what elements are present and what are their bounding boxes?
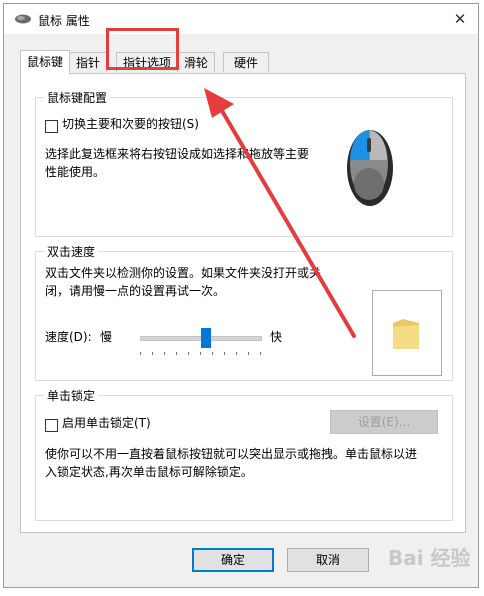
tab-wheel[interactable]: 滑轮 <box>177 52 215 72</box>
title-bar: 鼠标 属性 ✕ <box>4 4 478 34</box>
click-lock-desc-line1: 使你可以不用一直按着鼠标按钮就可以突出显示或拖拽。单击鼠标以进 <box>45 447 418 461</box>
speed-slider-tick <box>248 352 249 355</box>
button-config-desc-line1: 选择此复选框来将右按钮设成如选择和拖放等主要 <box>45 147 310 161</box>
button-config-desc-line2: 性能使用。 <box>45 165 106 179</box>
click-lock-title: 单击锁定 <box>44 387 99 404</box>
speed-slider-tick <box>224 352 225 355</box>
speed-slider-tick <box>164 352 165 355</box>
mouse-illustration-icon <box>347 130 393 206</box>
tab-panel: 鼠标键配置 切换主要和次要的按钮(S) 选择此复选框来将右按钮设成如选择和拖放等… <box>20 73 466 533</box>
speed-slider-tick <box>176 352 177 355</box>
speed-slow-label: 慢 <box>100 330 113 344</box>
baidu-watermark: Bai 经验 <box>388 546 471 570</box>
speed-slider-tick <box>260 352 261 355</box>
close-button[interactable]: ✕ <box>442 4 478 34</box>
double-click-title: 双击速度 <box>44 243 99 260</box>
click-lock-group: 单击锁定 启用单击锁定(T) 设置(E)... 使你可以不用一直按着鼠标按钮就可… <box>35 387 453 521</box>
window-title: 鼠标 属性 <box>38 14 90 28</box>
speed-slider-thumb[interactable] <box>201 328 211 348</box>
mouse-app-icon <box>15 14 31 24</box>
speed-label: 速度(D): <box>45 330 92 344</box>
button-config-group: 鼠标键配置 切换主要和次要的按钮(S) 选择此复选框来将右按钮设成如选择和拖放等… <box>35 89 453 237</box>
tab-pointers[interactable]: 指针 <box>69 52 107 72</box>
speed-slider-tick <box>188 352 189 355</box>
speed-fast-label: 快 <box>270 330 283 344</box>
click-lock-desc-line2: 入锁定状态,再次单击鼠标可解除锁定。 <box>45 465 253 479</box>
button-config-title: 鼠标键配置 <box>44 89 111 106</box>
cancel-button[interactable]: 取消 <box>287 548 369 572</box>
folder-icon[interactable] <box>391 317 421 351</box>
test-folder-area[interactable] <box>372 290 442 376</box>
tab-hardware[interactable]: 硬件 <box>223 52 269 72</box>
double-click-desc-line1: 双击文件夹以检测你的设置。如果文件夹没打开或关 <box>45 266 322 280</box>
click-lock-label[interactable]: 启用单击锁定(T) <box>62 414 151 433</box>
swap-buttons-label[interactable]: 切换主要和次要的按钮(S) <box>62 115 199 134</box>
double-click-group: 双击速度 双击文件夹以检测你的设置。如果文件夹没打开或关 闭，请用慢一点的设置再… <box>35 243 453 381</box>
ok-button[interactable]: 确定 <box>192 548 274 572</box>
click-lock-checkbox[interactable] <box>45 419 58 432</box>
speed-slider-tick <box>152 352 153 355</box>
speed-slider-tick <box>236 352 237 355</box>
speed-slider-tick <box>200 352 201 355</box>
tab-buttons[interactable]: 鼠标键 <box>20 50 70 74</box>
mouse-properties-dialog: 鼠标 属性 ✕ 鼠标键 指针 指针选项 滑轮 硬件 鼠标键配置 切换主要和次要的… <box>3 3 479 588</box>
click-lock-settings-button[interactable]: 设置(E)... <box>330 410 438 434</box>
speed-slider-tick <box>140 352 141 355</box>
annotation-highlight-box <box>106 28 179 70</box>
swap-buttons-checkbox[interactable] <box>45 120 58 133</box>
speed-slider-tick <box>212 352 213 355</box>
double-click-desc-line2: 闭，请用慢一点的设置再试一次。 <box>45 284 226 298</box>
